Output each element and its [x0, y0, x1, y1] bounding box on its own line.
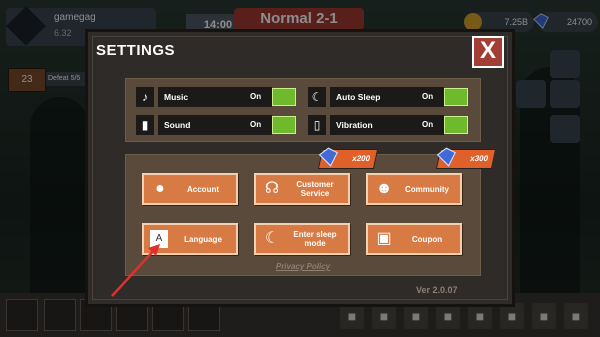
coupon-label: Coupon	[411, 234, 443, 244]
reward-amount: x300	[469, 154, 490, 163]
toggle-panel: ♪ Music On ▮ Sound On ☾ Auto Sleep On ▯ …	[125, 78, 481, 142]
options-panel: ● Account ☊ Customer Service ☻ Community…	[125, 154, 481, 276]
account-label: Account	[187, 184, 219, 194]
moon-icon: ☾	[308, 87, 326, 107]
music-toggle-row: ♪ Music On	[136, 87, 298, 107]
gem-icon	[436, 147, 456, 167]
music-label: Music	[158, 87, 250, 107]
account-button[interactable]: ● Account	[142, 173, 238, 205]
reward-amount: x200	[351, 154, 372, 163]
gem-icon	[318, 147, 338, 167]
person-icon: ●	[155, 180, 165, 197]
phone-vibration-icon: ▯	[308, 115, 326, 135]
settings-title: SETTINGS	[96, 42, 176, 59]
sound-label: Sound	[158, 115, 250, 135]
gift-icon: ▣	[376, 230, 392, 247]
sleep-mode-label: Enter sleep mode	[293, 230, 337, 248]
sound-toggle-row: ▮ Sound On	[136, 115, 298, 135]
customer-service-reward-badge: x200	[317, 147, 379, 169]
community-label: Community	[405, 184, 449, 194]
language-label: Language	[184, 234, 222, 244]
annotation-arrow-icon	[111, 244, 160, 297]
vibration-toggle[interactable]	[444, 116, 468, 134]
headset-icon: ☊	[264, 180, 280, 197]
coupon-button[interactable]: ▣ Coupon	[366, 223, 462, 255]
version-label: Ver 2.0.07	[416, 285, 458, 295]
auto-sleep-toggle-row: ☾ Auto Sleep On	[308, 87, 470, 107]
vibration-state: On	[422, 115, 444, 135]
vibration-toggle-row: ▯ Vibration On	[308, 115, 470, 135]
sleep-mode-button[interactable]: ☾ Enter sleep mode	[254, 223, 350, 255]
music-toggle[interactable]	[272, 88, 296, 106]
customer-service-label: Customer Service	[296, 180, 334, 198]
community-button[interactable]: ☻ Community	[366, 173, 462, 205]
auto-sleep-label: Auto Sleep	[330, 87, 422, 107]
sound-state: On	[250, 115, 272, 135]
auto-sleep-state: On	[422, 87, 444, 107]
close-button[interactable]: X	[472, 36, 504, 68]
discord-icon: ☻	[375, 180, 393, 197]
sound-toggle[interactable]	[272, 116, 296, 134]
community-reward-badge: x300	[435, 147, 497, 169]
speaker-icon: ▮	[136, 115, 154, 135]
music-state: On	[250, 87, 272, 107]
sleep-icon: ☾	[264, 230, 280, 247]
vibration-label: Vibration	[330, 115, 422, 135]
music-note-icon: ♪	[136, 87, 154, 107]
customer-service-button[interactable]: ☊ Customer Service	[254, 173, 350, 205]
auto-sleep-toggle[interactable]	[444, 88, 468, 106]
